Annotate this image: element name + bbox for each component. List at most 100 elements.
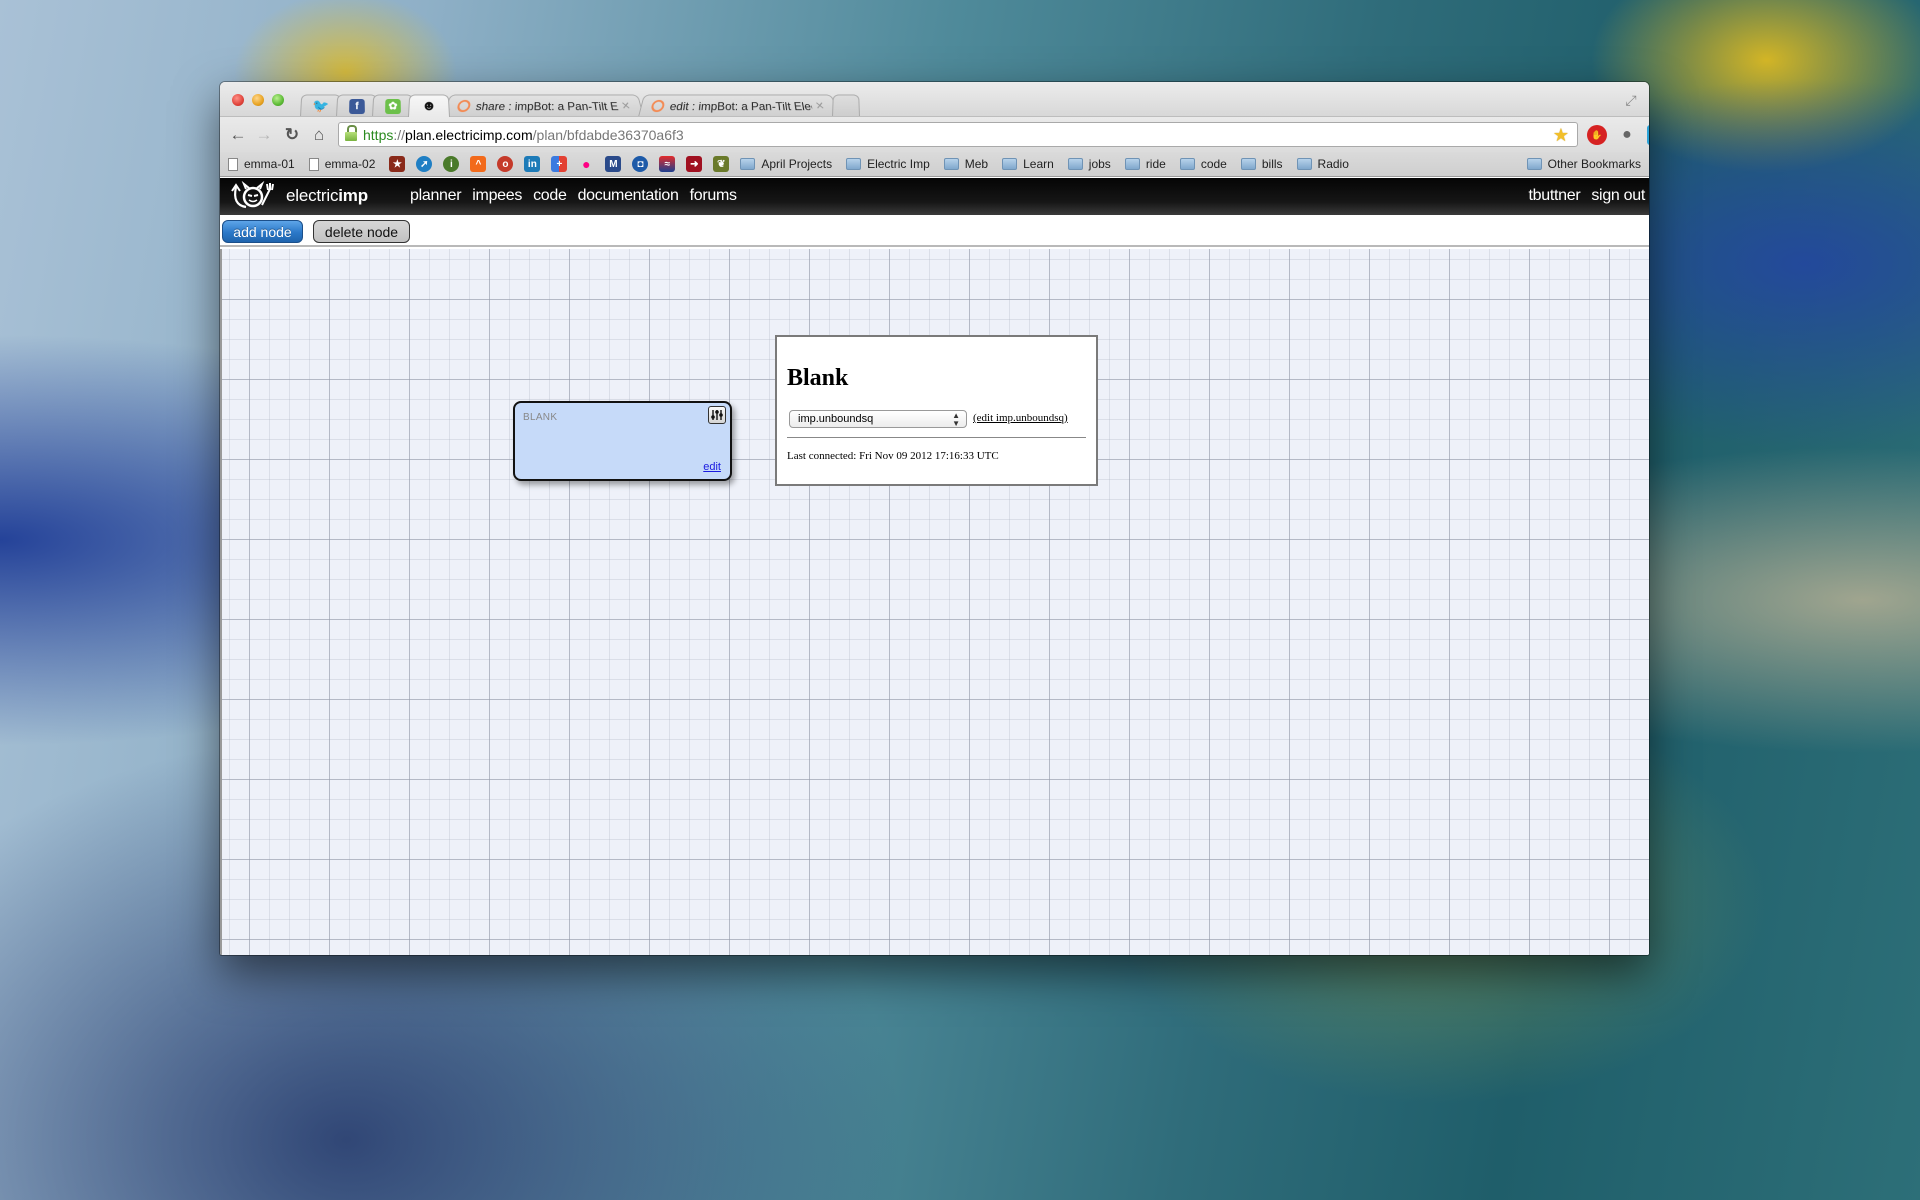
- fullscreen-icon[interactable]: ⤢: [1623, 92, 1639, 108]
- other-bookmarks[interactable]: Other Bookmarks: [1526, 157, 1641, 171]
- m-icon[interactable]: M: [605, 156, 622, 172]
- new-tab-button[interactable]: [832, 94, 860, 117]
- bookmark-label: Radio: [1317, 157, 1349, 171]
- folder-icon: [1067, 158, 1083, 170]
- electric-imp-logo[interactable]: electricimp: [226, 181, 368, 211]
- edit-firmware-link[interactable]: (edit imp.unboundsq): [973, 412, 1068, 424]
- bookmark-folder[interactable]: jobs: [1067, 157, 1111, 171]
- forward-button[interactable]: →: [254, 125, 274, 145]
- bookmark-folder[interactable]: ride: [1124, 157, 1166, 171]
- node-info-panel: Blank imp.unboundsq ▲ ▼ (edit imp.unbound…: [775, 335, 1098, 486]
- folder-icon: [943, 158, 959, 170]
- reload-button[interactable]: ↻: [282, 125, 302, 145]
- sign-out-link[interactable]: sign out: [1591, 187, 1645, 205]
- firmware-select[interactable]: imp.unboundsq ▲ ▼: [789, 410, 967, 428]
- folder-icon: [740, 158, 756, 170]
- bookmark-emma-01[interactable]: emma-01: [228, 157, 295, 171]
- tab-title: edit : impBot: a Pan-Tilt Elec: [668, 99, 813, 113]
- url-host: plan.electricimp.com: [405, 126, 533, 143]
- flickr-icon[interactable]: ●: [578, 156, 594, 172]
- nav-documentation[interactable]: documentation: [578, 187, 679, 205]
- impbot-icon: [650, 99, 666, 113]
- bookmark-emma-02[interactable]: emma-02: [308, 157, 375, 171]
- delete-node-button[interactable]: delete node: [313, 220, 410, 243]
- bookmark-label: code: [1200, 157, 1227, 171]
- twitter-icon: 🐦: [312, 98, 330, 114]
- add-node-button[interactable]: add node: [222, 220, 303, 243]
- close-window-button[interactable]: [232, 94, 244, 106]
- planner-canvas[interactable]: BLANK edit Blank imp.unboundsq ▲ ▼ (edit…: [220, 249, 1649, 955]
- divider: [787, 437, 1086, 438]
- web-page: electricimp planner impees code document…: [220, 178, 1649, 955]
- planner-node[interactable]: BLANK edit: [513, 401, 732, 481]
- tab-electric-imp[interactable]: ☻: [408, 94, 450, 117]
- bookmark-label: Other Bookmarks: [1547, 157, 1641, 171]
- cycling-icon[interactable]: o: [497, 156, 514, 172]
- runkeeper-icon[interactable]: ➚: [416, 156, 433, 172]
- chat-icon[interactable]: ●: [1617, 125, 1637, 145]
- last-connected: Last connected: Fri Nov 09 2012 17:16:33…: [787, 450, 999, 462]
- bookmark-folder[interactable]: bills: [1240, 157, 1283, 171]
- bookmark-label: bills: [1261, 157, 1283, 171]
- tab-close-icon[interactable]: ✕: [814, 100, 825, 112]
- arrow-icon[interactable]: ➜: [686, 156, 703, 172]
- linkedin-icon[interactable]: in: [524, 156, 541, 172]
- eaa-icon[interactable]: E: [1647, 125, 1649, 145]
- bookmark-folder[interactable]: Learn: [1002, 157, 1054, 171]
- nav-impees[interactable]: impees: [472, 187, 522, 205]
- electric-imp-icon: ☻: [421, 98, 437, 115]
- tab-share-impbot[interactable]: share : impBot: a Pan-Tilt Ele ✕: [444, 94, 644, 117]
- zoom-window-button[interactable]: [272, 94, 284, 106]
- nav-code[interactable]: code: [533, 187, 567, 205]
- lock-icon: [345, 124, 357, 141]
- url-path: /plan/bfdabde36370a6f3: [532, 126, 684, 143]
- adblock-icon[interactable]: ✋: [1587, 125, 1607, 145]
- browser-window: 🐦 f ✿ ☻ share : impBot: a Pan-Tilt Ele ✕…: [220, 82, 1649, 955]
- bookmark-folder[interactable]: Electric Imp: [846, 157, 930, 171]
- bookmark-folder[interactable]: April Projects: [740, 157, 832, 171]
- username-link[interactable]: tbuttner: [1529, 187, 1581, 205]
- node-settings-button[interactable]: [708, 406, 726, 424]
- folder-icon: [1124, 158, 1140, 170]
- firmware-selected-value: imp.unboundsq: [798, 413, 874, 425]
- nav-planner[interactable]: planner: [410, 187, 462, 205]
- bookmark-label: jobs: [1088, 157, 1111, 171]
- page-icon: [308, 157, 319, 171]
- wunderlist-icon[interactable]: ★: [389, 156, 406, 172]
- tab-close-icon[interactable]: ✕: [620, 100, 631, 112]
- chase-icon[interactable]: ◘: [632, 156, 649, 172]
- sliders-icon: [711, 410, 723, 420]
- logo-text-light: electric: [286, 186, 339, 205]
- bookmark-folder[interactable]: code: [1179, 157, 1227, 171]
- hiking-icon[interactable]: i: [443, 156, 460, 172]
- logo-text: electricimp: [286, 186, 368, 206]
- folder-icon: [1526, 158, 1542, 170]
- tab-edit-impbot[interactable]: edit : impBot: a Pan-Tilt Elec ✕: [638, 94, 838, 117]
- select-arrows-icon: ▲ ▼: [952, 411, 960, 428]
- folder-icon: [1240, 158, 1256, 170]
- bookmark-star-icon[interactable]: ★: [1553, 125, 1569, 146]
- minimize-window-button[interactable]: [252, 94, 264, 106]
- impbot-icon: [456, 99, 472, 113]
- folder-icon: [1296, 158, 1312, 170]
- nav-forums[interactable]: forums: [690, 187, 737, 205]
- bookmark-folder[interactable]: Radio: [1296, 157, 1349, 171]
- node-edit-link[interactable]: edit: [703, 461, 721, 473]
- folder-icon: [1002, 158, 1018, 170]
- panel-title: Blank: [787, 365, 849, 391]
- folder-icon: [846, 158, 862, 170]
- address-bar[interactable]: https://plan.electricimp.com/plan/bfdabd…: [338, 122, 1578, 147]
- strava-icon[interactable]: ^: [470, 156, 487, 172]
- google-plus-icon[interactable]: +: [551, 156, 568, 172]
- leaf-icon[interactable]: ❦: [713, 156, 730, 172]
- bookmark-folder[interactable]: Meb: [943, 157, 988, 171]
- folder-icon: [1179, 158, 1195, 170]
- bofa-icon[interactable]: ≈: [659, 156, 676, 172]
- page-icon: [228, 157, 238, 171]
- node-title: BLANK: [523, 412, 558, 423]
- extension-icons: ✋ ● E SV ☰: [1587, 125, 1649, 145]
- url-separator: ://: [393, 126, 406, 143]
- tab-title: share : impBot: a Pan-Tilt Ele: [474, 99, 619, 113]
- home-button[interactable]: ⌂: [309, 125, 329, 145]
- back-button[interactable]: ←: [228, 125, 248, 145]
